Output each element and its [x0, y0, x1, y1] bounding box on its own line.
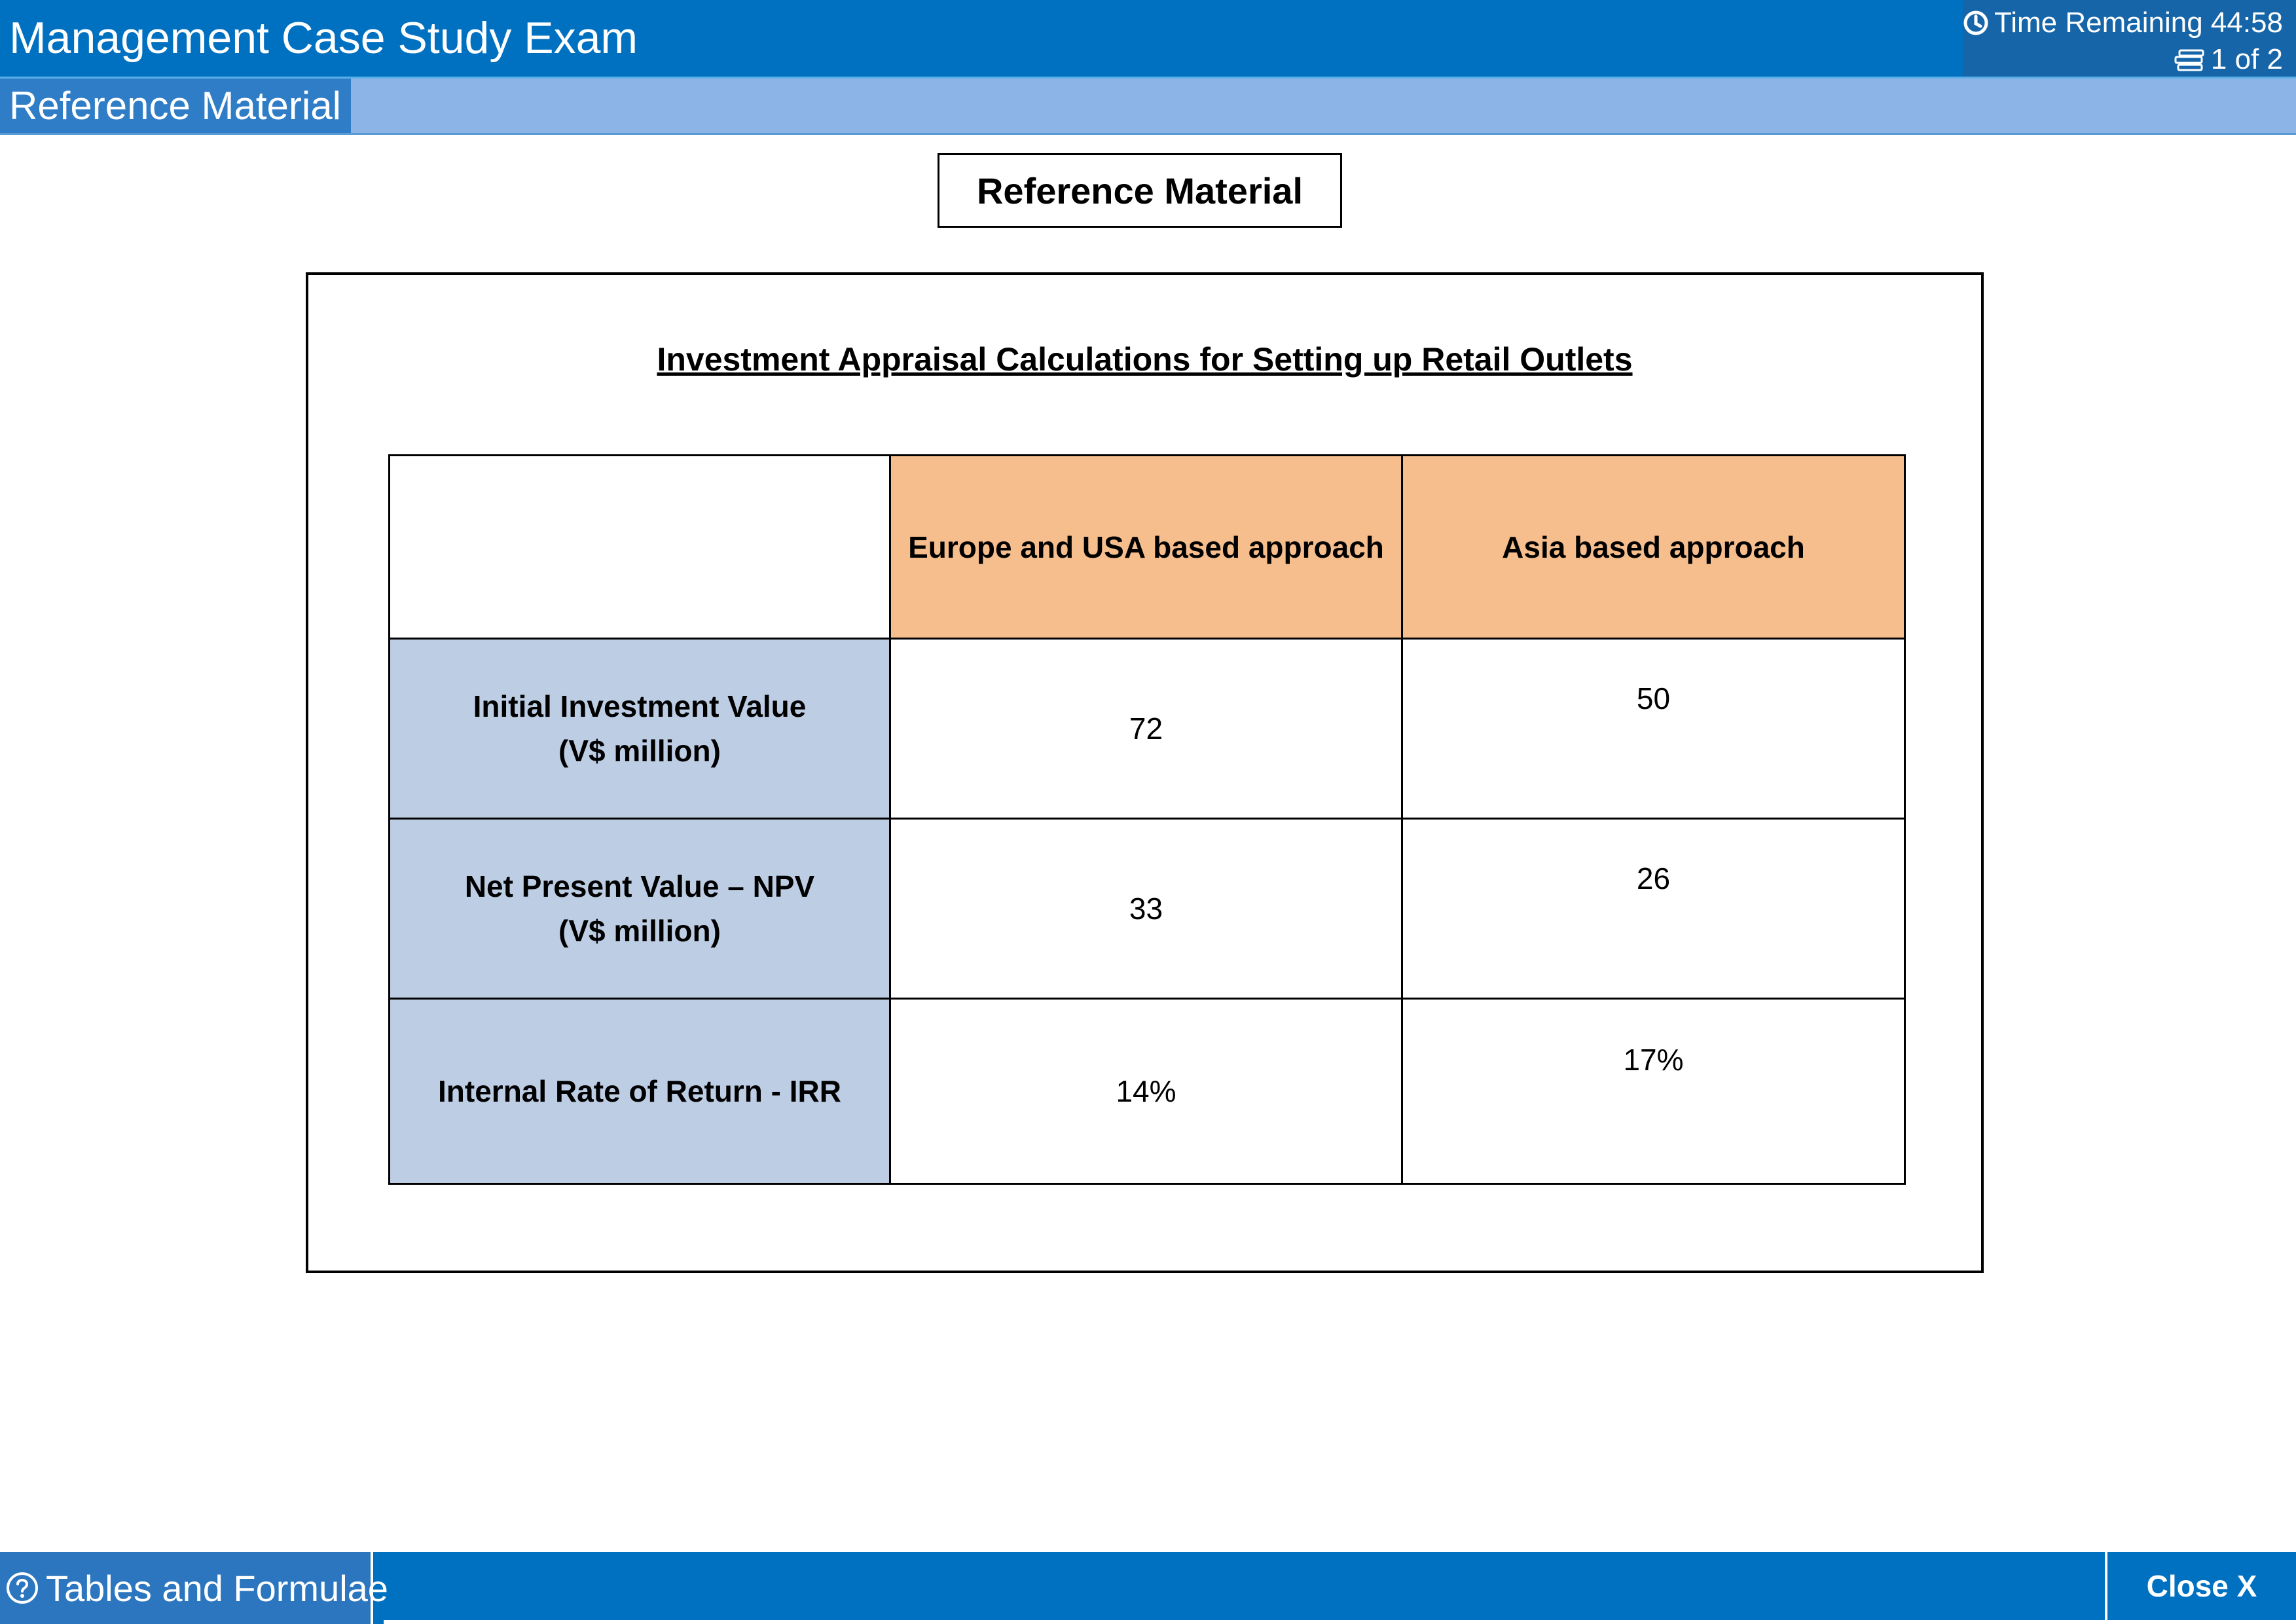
row-header-npv: Net Present Value – NPV (V$ million) [388, 818, 891, 1000]
column-header-europe-usa: Europe and USA based approach [889, 454, 1403, 640]
investment-appraisal-table: Europe and USA based approach Asia based… [388, 454, 1906, 1185]
row-unit: (V$ million) [558, 914, 721, 948]
time-remaining-text: Time Remaining 44:58 [1994, 7, 2283, 39]
clock-icon [1963, 10, 1989, 36]
tab-reference-material[interactable]: Reference Material [0, 79, 351, 133]
row-label: Initial Investment Value [473, 689, 807, 723]
cell-asia-npv: 26 [1401, 818, 1906, 1000]
app-title: Management Case Study Exam [9, 13, 638, 63]
reference-material-label: Reference Material [938, 153, 1342, 228]
table-row: Net Present Value – NPV (V$ million) 33 … [388, 818, 1906, 1000]
tables-and-formulae-button[interactable]: Tables and Formulae [0, 1552, 388, 1624]
section-bar: Reference Material [0, 79, 2296, 135]
table-row: Initial Investment Value (V$ million) 72… [388, 638, 1906, 820]
cell-europe-usa-npv: 33 [889, 818, 1403, 1000]
row-label: Net Present Value – NPV [464, 869, 815, 903]
row-unit: (V$ million) [558, 734, 721, 768]
document-heading: Investment Appraisal Calculations for Se… [657, 341, 1633, 378]
row-header-initial-investment: Initial Investment Value (V$ million) [388, 638, 891, 820]
table-corner-cell [388, 454, 891, 640]
cell-asia-irr: 17% [1401, 998, 1906, 1185]
column-header-asia: Asia based approach [1401, 454, 1906, 640]
cell-europe-usa-irr: 14% [889, 998, 1403, 1185]
page-indicator-text: 1 of 2 [2210, 43, 2283, 75]
table-header-row: Europe and USA based approach Asia based… [388, 454, 1906, 640]
row-label: Internal Rate of Return - IRR [438, 1074, 841, 1108]
page-indicator: 1 of 2 [2173, 43, 2283, 76]
pages-icon [2173, 46, 2206, 73]
reference-document: Investment Appraisal Calculations for Se… [306, 272, 1984, 1273]
exam-footer: Tables and Formulae Close X [0, 1552, 2296, 1624]
cell-europe-usa-initial-investment: 72 [889, 638, 1403, 820]
tables-and-formulae-label: Tables and Formulae [46, 1567, 388, 1609]
time-remaining: Time Remaining 44:58 [1963, 7, 2283, 39]
footer-divider [384, 1620, 2296, 1624]
help-icon [5, 1571, 39, 1605]
cell-asia-initial-investment: 50 [1401, 638, 1906, 820]
status-panel: Time Remaining 44:58 1 of 2 [1963, 0, 2296, 77]
row-header-irr: Internal Rate of Return - IRR [388, 998, 891, 1185]
close-button[interactable]: Close X [2105, 1552, 2296, 1620]
exam-header: Management Case Study Exam Time Remainin… [0, 0, 2296, 79]
table-row: Internal Rate of Return - IRR 14% 17% [388, 998, 1906, 1185]
